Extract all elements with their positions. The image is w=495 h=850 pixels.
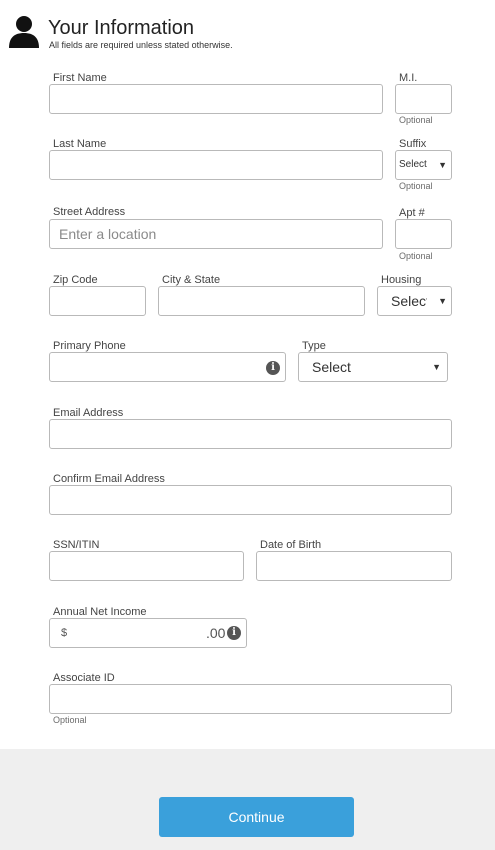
chevron-down-icon: ▼ — [438, 296, 447, 306]
phone-type-select-value: Select — [312, 359, 351, 375]
suffix-optional-note: Optional — [399, 181, 433, 191]
income-field[interactable]: $ .00 i — [49, 618, 247, 648]
chevron-down-icon: ▼ — [432, 362, 441, 372]
phone-type-select[interactable]: Select ▼ — [298, 352, 448, 382]
user-icon — [8, 15, 40, 49]
mi-optional-note: Optional — [399, 115, 433, 125]
housing-select-value: Select — [391, 293, 427, 309]
page-subtitle: All fields are required unless stated ot… — [49, 40, 233, 50]
associate-id-input[interactable] — [49, 684, 452, 714]
suffix-select[interactable]: Select ▼ — [395, 150, 452, 180]
mi-input[interactable] — [395, 84, 452, 114]
housing-select[interactable]: Select ▼ — [377, 286, 452, 316]
associate-id-optional-note: Optional — [53, 715, 87, 725]
street-address-input[interactable] — [49, 219, 383, 249]
apt-optional-note: Optional — [399, 251, 433, 261]
apt-input[interactable] — [395, 219, 452, 249]
city-state-input[interactable] — [158, 286, 365, 316]
dob-input[interactable] — [256, 551, 452, 581]
confirm-email-input[interactable] — [49, 485, 452, 515]
income-cents-suffix: .00 — [206, 625, 226, 641]
last-name-input[interactable] — [49, 150, 383, 180]
street-address-label: Street Address — [53, 206, 126, 218]
first-name-input[interactable] — [49, 84, 383, 114]
zip-code-input[interactable] — [49, 286, 146, 316]
continue-button[interactable]: Continue — [159, 797, 354, 837]
chevron-down-icon: ▼ — [438, 160, 447, 170]
suffix-select-value: Select — [399, 159, 427, 170]
page-title: Your Information — [48, 17, 195, 39]
primary-phone-input[interactable] — [49, 352, 286, 382]
info-icon[interactable]: i — [266, 361, 280, 375]
info-icon[interactable]: i — [227, 626, 241, 640]
ssn-input[interactable] — [49, 551, 244, 581]
email-input[interactable] — [49, 419, 452, 449]
currency-prefix: $ — [61, 627, 68, 639]
